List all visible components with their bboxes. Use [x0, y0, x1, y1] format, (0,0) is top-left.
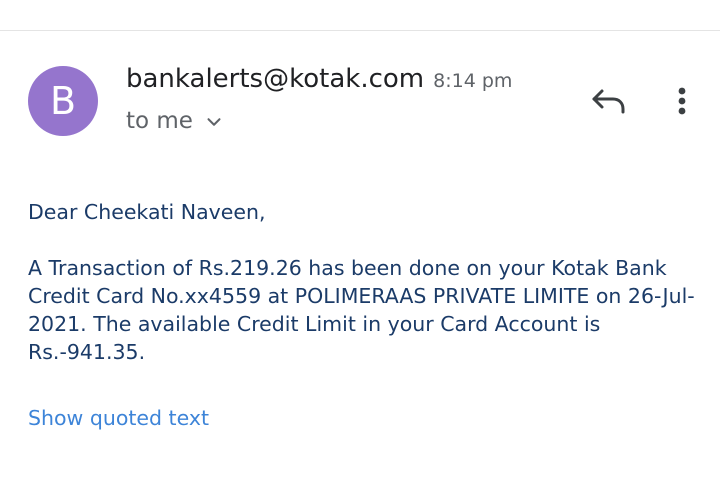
reply-button[interactable] [588, 82, 628, 122]
recipient-label: to me [126, 108, 193, 134]
sender-header: bankalerts@kotak.com 8:14 pm [126, 64, 512, 94]
top-divider [0, 30, 720, 31]
more-vert-icon [678, 87, 686, 115]
sender-avatar[interactable]: B [28, 66, 98, 136]
recipient-details-toggle[interactable]: to me [126, 108, 225, 134]
reply-icon [592, 89, 625, 114]
show-quoted-text-link[interactable]: Show quoted text [28, 406, 209, 430]
more-options-button[interactable] [662, 82, 702, 122]
email-greeting: Dear Cheekati Naveen, [28, 200, 266, 224]
avatar-letter: B [49, 79, 77, 123]
chevron-down-icon [207, 118, 221, 126]
email-message: A Transaction of Rs.219.26 has been done… [28, 256, 695, 364]
sender-email[interactable]: bankalerts@kotak.com [126, 64, 424, 94]
email-time: 8:14 pm [433, 70, 513, 92]
